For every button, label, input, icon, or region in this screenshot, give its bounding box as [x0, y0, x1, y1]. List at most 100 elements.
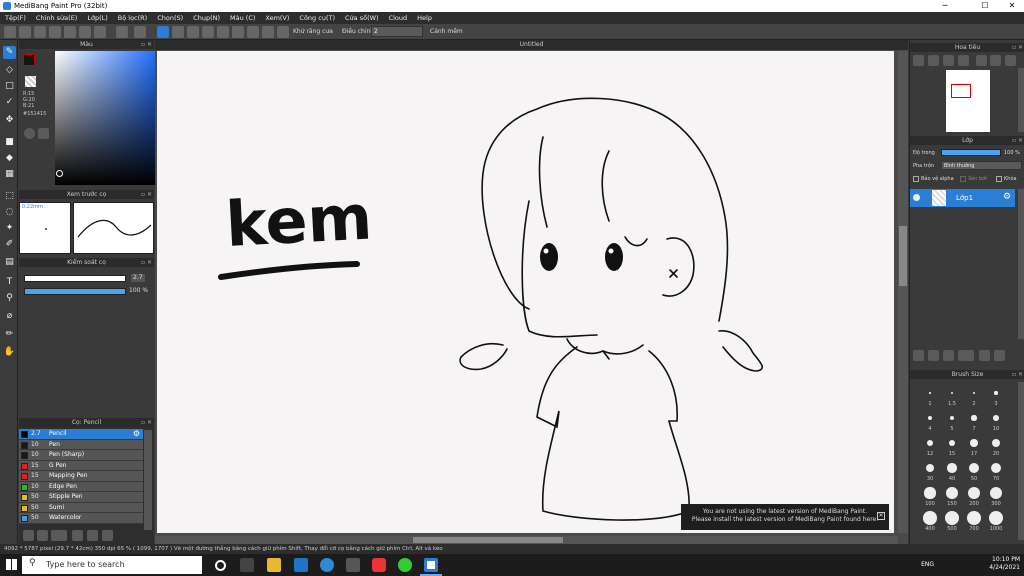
lock-checkbox[interactable] [996, 176, 1002, 182]
brush-list-item[interactable]: 15 G Pen [19, 460, 143, 471]
brush-list-scrollbar[interactable] [144, 430, 152, 530]
brush-list-item[interactable]: 50 Sumi [19, 502, 143, 513]
reset-icon[interactable] [1005, 55, 1016, 66]
brush-size-preset[interactable] [993, 415, 999, 421]
cloud-icon[interactable] [4, 26, 16, 38]
horizontal-scrollbar[interactable] [155, 536, 898, 544]
menu-help[interactable]: Help [412, 12, 437, 24]
select-tool-icon[interactable]: ⬚ [3, 190, 16, 203]
brush-list-item[interactable]: 50 Watercolor [19, 513, 143, 524]
menu-view[interactable]: Xem(V) [260, 12, 294, 24]
panel-float-icon[interactable]: ▫ ✕ [1012, 43, 1023, 52]
brush-size-preset[interactable] [969, 463, 979, 473]
brush-size-preset[interactable] [990, 462, 1002, 474]
bucket-tool-icon[interactable]: ◆ [3, 152, 16, 165]
brush-size-preset[interactable] [946, 487, 958, 499]
store-icon[interactable] [346, 558, 360, 572]
zoom-out-icon[interactable] [913, 55, 924, 66]
blend-mode-select[interactable]: Bình thường [941, 161, 1022, 170]
layer-folder-icon[interactable] [979, 350, 990, 361]
panel-float-icon[interactable]: ▫ ✕ [141, 190, 152, 199]
brush-size-preset[interactable] [971, 415, 977, 421]
brush-size-preset[interactable] [945, 511, 959, 525]
panel-float-icon[interactable]: ▫ ✕ [141, 418, 152, 427]
brush-size-preset[interactable] [989, 486, 1003, 500]
brush-list-item[interactable]: 10 Edge Pen [19, 481, 143, 492]
correction-select[interactable]: 2 [371, 26, 423, 37]
hand-tool-icon[interactable]: ✋ [3, 346, 16, 359]
brush-tool-icon[interactable]: ✎ [3, 46, 16, 59]
check-tool-icon[interactable]: ✓ [3, 96, 16, 109]
cross-snap-icon[interactable] [187, 26, 199, 38]
brush-opacity-slider[interactable] [24, 288, 126, 295]
brush-list-item[interactable]: 2.7 Pencil ⚙ [19, 429, 143, 440]
new-layer-icon[interactable] [913, 350, 924, 361]
navigator-scrollbar[interactable] [1018, 68, 1024, 132]
menu-cloud[interactable]: Cloud [384, 12, 413, 24]
add-brush-icon[interactable] [23, 530, 34, 541]
vanishing-snap-icon[interactable] [202, 26, 214, 38]
brush-size-preset[interactable] [994, 391, 998, 395]
menu-color[interactable]: Màu (C) [225, 12, 260, 24]
brush-copy-icon[interactable] [87, 530, 98, 541]
transparent-swatch[interactable] [25, 76, 36, 87]
ellipse-snap-icon[interactable] [262, 26, 274, 38]
file-explorer-icon[interactable] [267, 558, 281, 572]
operation-tool-icon[interactable]: ⚲ [3, 292, 16, 305]
layer-opacity-slider[interactable] [941, 149, 1001, 156]
brush-size-preset[interactable] [924, 487, 936, 499]
notice-line-2[interactable]: Please install the latest version of Med… [681, 516, 889, 524]
gradient-tool-icon[interactable]: ▦ [3, 168, 16, 181]
navigator-thumbnail[interactable] [946, 70, 990, 132]
color-picker-handle[interactable] [56, 170, 63, 177]
zoom-in-icon[interactable] [928, 55, 939, 66]
brush-size-preset[interactable] [923, 511, 937, 525]
save-icon[interactable] [49, 26, 61, 38]
flip-icon[interactable] [990, 55, 1001, 66]
brush-size-preset[interactable] [949, 415, 955, 421]
menu-edit[interactable]: Chỉnh sửa(E) [31, 12, 82, 24]
foreground-color-swatch[interactable] [23, 54, 35, 66]
brush-size-preset[interactable] [950, 391, 954, 395]
eyedropper-tool-icon[interactable]: ⌀ [3, 310, 16, 323]
brush-size-preset[interactable] [947, 463, 957, 473]
cortana-icon[interactable] [215, 560, 226, 571]
snap-off-icon[interactable] [157, 26, 169, 38]
brush-menu-icon[interactable] [51, 530, 67, 541]
brush-size-preset[interactable] [972, 391, 976, 395]
menu-file[interactable]: Tệp(F) [0, 12, 31, 24]
clock-date[interactable]: 4/24/2021 [989, 564, 1020, 572]
medibang-taskbar-icon[interactable] [424, 558, 438, 572]
task-view-icon[interactable] [240, 558, 254, 572]
brush-size-scrollbar[interactable] [1018, 382, 1024, 540]
rect-tool-icon[interactable]: □ [3, 80, 16, 93]
dropper-icon[interactable]: ✏ [3, 328, 16, 341]
panel-float-icon[interactable]: ▫ ✕ [141, 40, 152, 49]
layer-name[interactable]: Lớp1 [956, 194, 973, 202]
divide-tool-icon[interactable]: ▤ [3, 256, 16, 269]
brush-size-preset[interactable] [928, 416, 932, 420]
brush-size-preset[interactable] [989, 511, 1003, 525]
close-button[interactable]: ✕ [1002, 0, 1022, 12]
magic-wand-icon[interactable]: ✦ [3, 222, 16, 235]
windows-start-icon[interactable] [6, 559, 17, 570]
brush-size-preset[interactable] [967, 511, 981, 525]
color-wheel-icon[interactable] [24, 128, 35, 139]
layer-menu-icon[interactable] [958, 350, 974, 361]
app-icon-red[interactable] [372, 558, 386, 572]
brush-list-item[interactable]: 10 Pen [19, 439, 143, 450]
vertical-scroll-thumb[interactable] [899, 226, 907, 286]
eraser-tool-icon[interactable]: ◇ [3, 64, 16, 77]
brush-list-item[interactable]: 10 Pen (Sharp) [19, 450, 143, 461]
soft-snap-label[interactable]: Cảnh mềm [430, 28, 463, 35]
drawing-canvas[interactable]: kem [157, 51, 894, 533]
layer-settings-gear-icon[interactable]: ⚙ [1003, 192, 1011, 202]
fit-icon[interactable] [943, 55, 954, 66]
horizontal-scroll-thumb[interactable] [413, 537, 563, 543]
move-tool-icon[interactable]: ✥ [3, 114, 16, 127]
layer-visibility-icon[interactable] [913, 194, 920, 201]
notice-close-button[interactable]: ✕ [877, 512, 885, 520]
brush-size-preset[interactable] [925, 463, 935, 473]
duplicate-brush-icon[interactable] [37, 530, 48, 541]
antialias-label[interactable]: Khử răng cưa [293, 28, 333, 35]
